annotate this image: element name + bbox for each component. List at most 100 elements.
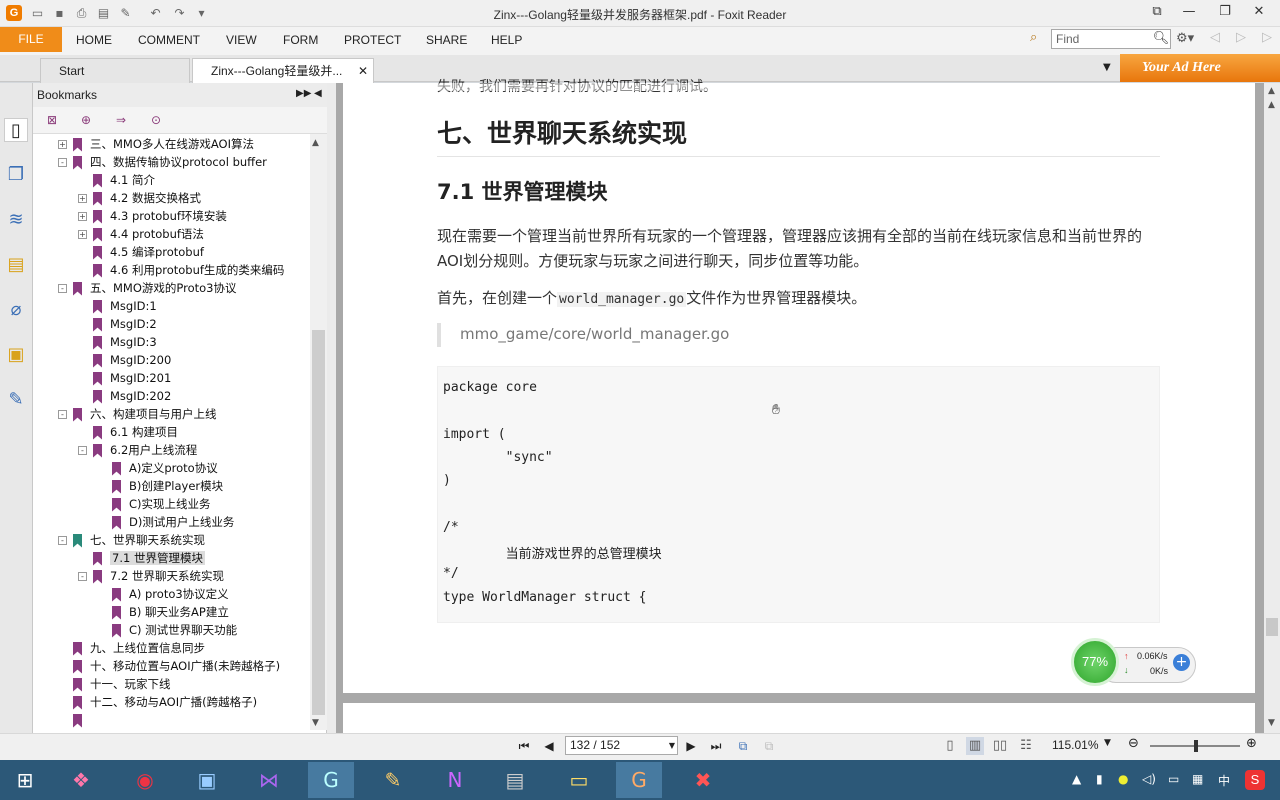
collapse-icon[interactable]: - — [58, 158, 67, 167]
zoom-dropdown-icon[interactable]: ▼ — [1104, 738, 1111, 748]
file-tab[interactable]: FILE — [0, 27, 62, 52]
bookmark-item[interactable]: +4.4 protobuf语法 — [78, 225, 204, 243]
panel-expand-icon[interactable]: ▶▶ — [296, 88, 311, 99]
bookmark-item[interactable]: - 七、世界聊天系统实现 — [58, 531, 205, 549]
tray-overflow-icon[interactable]: ▲ — [1072, 772, 1081, 786]
bookmark-item[interactable]: MsgID:1 — [78, 297, 157, 315]
next-arrow-icon[interactable]: ▷ — [1262, 30, 1272, 45]
previous-view-icon[interactable]: ⧉ — [734, 737, 752, 755]
page-number-input[interactable]: 132 / 152 — [565, 736, 678, 755]
bookmark-item[interactable]: - 四、数据传输协议protocol buffer — [58, 153, 267, 171]
sogou-tray-icon[interactable]: S — [1245, 770, 1265, 790]
bookmark-item[interactable]: 7.1 世界管理模块 — [78, 549, 205, 567]
bookmark-item[interactable]: D)测试用户上线业务 — [97, 513, 234, 531]
foxit-reader-taskbar-icon[interactable]: G — [616, 762, 662, 798]
print-icon[interactable]: ⎙ — [74, 6, 89, 20]
save-icon[interactable]: ▪ — [52, 6, 67, 20]
page-dropdown-icon[interactable]: ▼ — [666, 737, 678, 754]
scroll-down-icon[interactable]: ▼ — [312, 718, 319, 728]
previous-page-icon[interactable]: ◀ — [540, 737, 558, 755]
tab-view[interactable]: VIEW — [226, 27, 257, 52]
tab-form[interactable]: FORM — [283, 27, 318, 52]
tab-comment[interactable]: COMMENT — [138, 27, 200, 52]
first-page-icon[interactable]: ⏮ — [515, 737, 533, 755]
file-explorer-icon[interactable]: ▭ — [556, 762, 602, 798]
tab-current-document[interactable]: Zinx---Golang轻量级并... — [192, 58, 374, 83]
expand-icon[interactable]: + — [78, 212, 87, 221]
attachments-panel-icon[interactable]: ⌀ — [4, 298, 28, 322]
bookmark-item[interactable]: MsgID:202 — [78, 387, 171, 405]
bookmark-item[interactable]: MsgID:201 — [78, 369, 171, 387]
add-bookmark-icon[interactable]: ⊕ — [78, 112, 94, 128]
next-page-icon[interactable]: ▶ — [682, 737, 700, 755]
maximize-button[interactable]: ❐ — [1208, 0, 1242, 26]
windows-start-icon[interactable]: ⊞ — [2, 762, 48, 798]
goland-icon[interactable]: G — [308, 762, 354, 798]
collapse-icon[interactable]: - — [78, 572, 87, 581]
close-button[interactable]: ✕ — [1242, 0, 1276, 26]
zoom-in-icon[interactable]: ⊕ — [1246, 736, 1257, 751]
bookmark-item[interactable]: A) proto3协议定义 — [97, 585, 229, 603]
undo-icon[interactable]: ↶ — [148, 6, 163, 20]
bookmarks-scroll-thumb[interactable] — [312, 330, 325, 715]
collapse-icon[interactable]: - — [58, 410, 67, 419]
tray-device-icon[interactable]: ▮ — [1096, 772, 1103, 786]
input-method-indicator[interactable]: 中 — [1218, 772, 1230, 789]
bookmark-item[interactable]: MsgID:2 — [78, 315, 157, 333]
bookmark-item[interactable]: - 7.2 世界聊天系统实现 — [78, 567, 224, 585]
bookmark-item[interactable]: 4.1 简介 — [78, 171, 155, 189]
zoom-level[interactable]: 115.01% — [1052, 738, 1098, 752]
pdf-app-icon[interactable]: ▤ — [492, 762, 538, 798]
signature-panel-icon[interactable]: ✎ — [4, 388, 28, 412]
tab-close-icon[interactable]: ✕ — [358, 64, 368, 78]
tab-home[interactable]: HOME — [76, 27, 112, 52]
paint-app-icon[interactable]: ✎ — [370, 762, 416, 798]
xmind-icon[interactable]: ✖ — [680, 762, 726, 798]
bookmarks-panel-icon[interactable]: ▯ — [4, 118, 28, 142]
tab-protect[interactable]: PROTECT — [344, 27, 401, 52]
tab-list-dropdown-icon[interactable]: ▼ — [1103, 62, 1111, 73]
collapse-icon[interactable]: - — [78, 446, 87, 455]
bookmark-item[interactable]: 4.6 利用protobuf生成的类来编码 — [78, 261, 284, 279]
customize-icon[interactable]: ▾ — [194, 6, 209, 20]
continuous-view-icon[interactable]: ▥ — [966, 737, 984, 755]
bookmark-item[interactable]: 十一、玩家下线 — [58, 675, 171, 693]
panel-collapse-icon[interactable]: ◀ — [314, 88, 322, 99]
tab-share[interactable]: SHARE — [426, 27, 467, 52]
memory-usage-badge[interactable]: 77% — [1071, 638, 1119, 686]
zoom-out-icon[interactable]: ⊖ — [1128, 736, 1139, 751]
bookmark-item[interactable]: - 六、构建项目与用户上线 — [58, 405, 217, 423]
bookmark-item[interactable]: - 6.2用户上线流程 — [78, 441, 197, 459]
bookmark-item[interactable] — [58, 711, 90, 729]
bookmark-item[interactable]: +4.2 数据交换格式 — [78, 189, 201, 207]
tab-start[interactable]: Start — [40, 58, 190, 83]
back-arrow-icon[interactable]: ◁ — [1210, 30, 1220, 45]
onenote-icon[interactable]: N — [432, 762, 478, 798]
expand-icon[interactable]: + — [58, 140, 67, 149]
doc-scroll-up2-icon[interactable]: ▲ — [1268, 100, 1275, 110]
redo-icon[interactable]: ↷ — [172, 6, 187, 20]
panel-splitter[interactable] — [327, 83, 336, 733]
forward-arrow-icon[interactable]: ▷ — [1236, 30, 1246, 45]
tray-qq-icon[interactable]: ● — [1118, 772, 1128, 786]
expand-icon[interactable]: + — [78, 194, 87, 203]
accelerate-plus-icon[interactable]: + — [1173, 654, 1190, 671]
bookmark-item[interactable]: 十、移动位置与AOI广播(未跨越格子) — [58, 657, 280, 675]
restore-down-icon[interactable]: ⧉ — [1140, 0, 1174, 26]
bookmark-item[interactable]: MsgID:200 — [78, 351, 171, 369]
scroll-up-icon[interactable]: ▲ — [312, 138, 319, 148]
search-icon[interactable]: 🔍︎ — [1151, 29, 1171, 49]
continuous-facing-view-icon[interactable]: ☷ — [1017, 737, 1035, 755]
last-page-icon[interactable]: ⏭ — [707, 737, 725, 755]
doc-scroll-up-icon[interactable]: ▲ — [1268, 86, 1275, 96]
bookmark-item[interactable]: + 三、MMO多人在线游戏AOI算法 — [58, 135, 254, 153]
delete-bookmark-icon[interactable]: ⊠ — [44, 112, 60, 128]
visual-studio-icon[interactable]: ⋈ — [246, 762, 292, 798]
bookmark-item[interactable]: +4.3 protobuf环境安装 — [78, 207, 227, 225]
bookmark-item[interactable]: 4.5 编译protobuf — [78, 243, 204, 261]
security-lock-icon[interactable]: ▣ — [4, 343, 28, 367]
doc-scroll-down-icon[interactable]: ▼ — [1268, 718, 1275, 728]
colorful-app-icon[interactable]: ❖ — [58, 762, 104, 798]
new-icon[interactable]: ✎ — [118, 6, 133, 20]
layers-panel-icon[interactable]: ≋ — [4, 208, 28, 232]
